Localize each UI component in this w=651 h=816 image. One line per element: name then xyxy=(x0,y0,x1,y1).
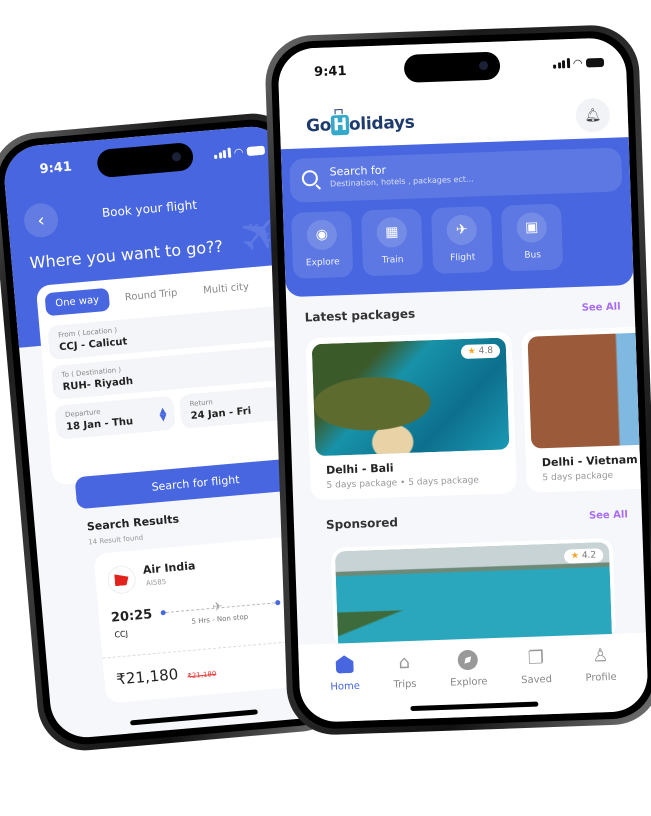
phone-bezel: 9:41 ◠ GoHolidays 🔔︎ Search for Destinat… xyxy=(270,29,651,731)
search-panel: Search for Destination, hotels , package… xyxy=(280,137,634,298)
package-duration: 5 days package • 5 days package xyxy=(326,475,480,491)
flight-code: AI585 xyxy=(145,577,167,588)
nav-label: Profile xyxy=(585,671,617,684)
home-indicator xyxy=(129,709,258,726)
rating-badge: ★ 4.8 xyxy=(460,343,501,360)
sponsored-see-all-link[interactable]: See All xyxy=(589,509,628,521)
category-bus[interactable]: ▣ Bus xyxy=(500,203,564,272)
logo-go: Go xyxy=(305,115,332,137)
air-india-logo-icon xyxy=(106,564,137,595)
bell-icon: 🔔︎ xyxy=(584,107,602,124)
bookmark-icon: ❐ xyxy=(527,646,545,669)
price: ₹21,180 xyxy=(115,665,179,689)
compass-icon xyxy=(457,649,480,672)
airplane-icon: ✈ xyxy=(446,214,478,246)
package-duration: 5 days package xyxy=(542,470,614,484)
notifications-button[interactable]: 🔔︎ xyxy=(575,97,611,133)
airline-name: Air India xyxy=(142,559,196,577)
wifi-icon: ◠ xyxy=(573,56,583,70)
package-name: Delhi - Vietnam xyxy=(541,452,638,470)
top-bar: 9:41 ◠ GoHolidays 🔔︎ xyxy=(277,37,629,150)
latest-packages-title: Latest packages xyxy=(304,306,416,325)
nav-home[interactable]: Home xyxy=(329,653,361,722)
sponsored-card[interactable]: ★ 4.2 xyxy=(330,537,617,648)
bottom-nav: Home ⌂ Trips Explore ❐ Saved ♙ Profile xyxy=(298,632,649,723)
sort-arrows-icon[interactable]: ▲ ▼ xyxy=(159,406,167,424)
latest-see-all-link[interactable]: See All xyxy=(582,301,621,313)
train-icon: ▦ xyxy=(376,216,408,248)
search-form-card: One way Round Trip Multi city From ( Loc… xyxy=(35,263,313,486)
tab-multi-city[interactable]: Multi city xyxy=(192,275,260,304)
status-icons: ◠ xyxy=(553,55,605,70)
search-icon xyxy=(301,169,319,187)
status-time: 9:41 xyxy=(313,63,347,80)
route-line: ✈ xyxy=(160,599,281,616)
rating-value: 4.2 xyxy=(581,550,597,561)
star-icon: ★ xyxy=(467,346,476,357)
vietnam-image xyxy=(527,329,649,449)
briefcase-icon: ⌂ xyxy=(398,651,411,673)
dynamic-island xyxy=(96,141,195,179)
rating-value: 4.8 xyxy=(478,345,494,357)
phone-goholidays-home: 9:41 ◠ GoHolidays 🔔︎ Search for Destinat… xyxy=(263,23,651,737)
airplane-icon: ✈ xyxy=(211,599,224,614)
package-card-bali[interactable]: ★ 4.8 Delhi - Bali 5 days package • 5 da… xyxy=(305,331,517,501)
home-icon xyxy=(333,653,356,676)
sponsored-image: ★ 4.2 xyxy=(334,542,613,648)
nav-label: Explore xyxy=(449,676,488,689)
destination-dot xyxy=(275,599,281,606)
category-list: ◉ Explore ▦ Train ✈ Flight ▣ Bus xyxy=(291,201,625,279)
search-input[interactable]: Search for Destination, hotels , package… xyxy=(289,147,623,203)
origin-dot xyxy=(160,609,166,616)
compass-icon: ◉ xyxy=(306,219,338,251)
category-train[interactable]: ▦ Train xyxy=(361,208,424,277)
departure-time: 20:25 xyxy=(110,607,153,626)
category-label: Flight xyxy=(450,252,476,264)
star-icon: ★ xyxy=(570,551,580,562)
wifi-icon: ◠ xyxy=(233,145,244,159)
signal-icon xyxy=(553,58,570,69)
tab-round-trip[interactable]: Round Trip xyxy=(114,281,188,310)
category-flight[interactable]: ✈ Flight xyxy=(430,205,494,274)
battery-icon xyxy=(246,145,266,156)
category-label: Bus xyxy=(524,250,542,261)
signal-icon xyxy=(214,147,231,160)
bus-icon: ▣ xyxy=(516,211,548,244)
nav-label: Saved xyxy=(520,674,553,687)
search-results-title: Search Results xyxy=(86,512,180,534)
battery-icon xyxy=(585,57,605,68)
flight-duration: 5 Hrs - Non stop xyxy=(191,612,249,626)
logo-suitcase-h: H xyxy=(330,114,350,136)
nav-label: Trips xyxy=(393,678,417,691)
goholidays-logo: GoHolidays xyxy=(306,113,415,137)
departure-field[interactable]: Departure 18 Jan - Thu ▲ ▼ xyxy=(54,395,176,440)
nav-profile[interactable]: ♙ Profile xyxy=(584,644,617,713)
tab-one-way[interactable]: One way xyxy=(44,287,110,317)
home-screen: 9:41 ◠ GoHolidays 🔔︎ Search for Destinat… xyxy=(277,37,649,723)
category-label: Explore xyxy=(305,257,340,269)
status-icons: ◠ xyxy=(213,143,266,160)
rating-badge: ★ 4.2 xyxy=(563,548,604,564)
package-name: Delhi - Bali xyxy=(325,461,394,477)
bali-image: ★ 4.8 xyxy=(311,337,510,457)
sponsored-title: Sponsored xyxy=(325,515,399,532)
package-card-vietnam[interactable]: Delhi - Vietnam 5 days package xyxy=(521,323,649,493)
nav-label: Home xyxy=(330,680,361,693)
old-price: ₹21,180 xyxy=(187,669,217,681)
dynamic-island xyxy=(403,51,501,83)
results-count: 14 Result found xyxy=(87,533,144,547)
category-label: Train xyxy=(381,255,404,266)
user-icon: ♙ xyxy=(591,644,609,667)
departure-code: CCJ xyxy=(114,629,129,640)
headline: Where you want to go?? xyxy=(28,236,224,273)
logo-olidays: olidays xyxy=(348,112,415,135)
category-explore[interactable]: ◉ Explore xyxy=(291,210,354,279)
status-time: 9:41 xyxy=(38,158,73,177)
